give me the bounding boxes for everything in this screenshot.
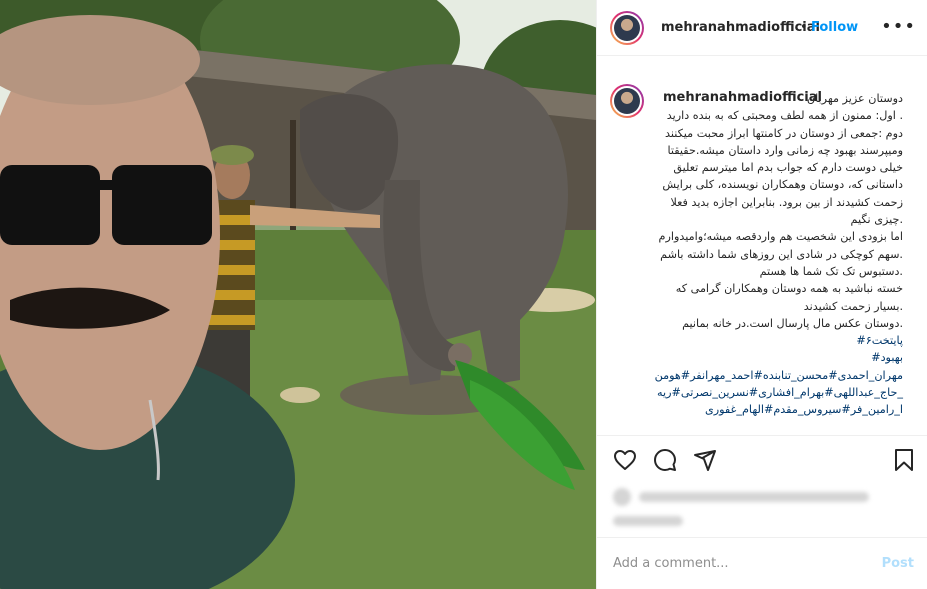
caption-line: خسته نباشید به همه دوستان وهمکاران گرامی… xyxy=(675,282,903,296)
comment-icon[interactable] xyxy=(653,448,677,472)
bookmark-icon[interactable] xyxy=(892,448,916,472)
share-icon[interactable] xyxy=(693,448,717,472)
more-options-icon[interactable]: ••• xyxy=(881,18,916,36)
author-username[interactable]: mehranahmadiofficial xyxy=(661,20,820,35)
caption-text: دوستان عزیز مهربان . اول: ممنون از همه ل… xyxy=(655,90,903,419)
post-comment-button[interactable]: Post xyxy=(882,556,914,571)
caption-line: .دوستان عکس مال پارسال است.در خانه بمانی… xyxy=(682,316,903,330)
follow-button[interactable]: Follow xyxy=(811,20,858,35)
caption-line: دوم :جمعی از دوستان در کامنتها ابراز محب… xyxy=(665,126,903,140)
caption-line: دوستان عزیز مهربان xyxy=(806,92,903,105)
comment-input[interactable]: Add a comment... xyxy=(613,556,729,571)
caption-avatar[interactable] xyxy=(610,84,644,118)
separator-dot: • xyxy=(800,20,808,35)
hashtag-line[interactable]: ا_رامین_فر#سیروس_مقدم#الهام_غفوری xyxy=(663,401,903,418)
hashtag-line[interactable]: پایتخت۶# xyxy=(663,332,903,349)
post-header: mehranahmadiofficial • Follow ••• xyxy=(597,0,927,56)
action-bar xyxy=(597,435,927,483)
caption-line: .دستبوس تک تک شما ها هستم xyxy=(759,264,903,278)
caption-line: ومیپرسند بهبود چه زمانی وارد داستان میشه… xyxy=(667,143,903,157)
caption-line: خیلی دوست دارم که جواب بدم اما میترسم تع… xyxy=(673,161,903,175)
post-sidebar: mehranahmadiofficial • Follow ••• mehran… xyxy=(596,0,927,589)
caption-line: اما بزودی این شخصیت هم واردقصه میشه؛وامی… xyxy=(658,230,903,244)
post-image xyxy=(0,0,596,589)
hashtag-line[interactable]: مهران_احمدی#محسن_تنابنده#احمد_مهرانفر#هو… xyxy=(655,367,903,384)
caption-line: . اول: ممنون از همه لطف ومحبتی که به بند… xyxy=(666,109,903,123)
caption-line: .بسیار زحمت کشیدند xyxy=(803,299,903,313)
author-avatar[interactable] xyxy=(610,11,644,45)
caption-line: زحمت کشیدند از بین برود. بنابراین اجازه … xyxy=(670,195,903,209)
hashtag-line[interactable]: بهبود# xyxy=(663,349,903,366)
caption-line: .چیزی نگیم xyxy=(850,213,903,227)
caption-line: داستانی که، دوستان وهمکاران نویسنده، کلی… xyxy=(662,178,903,192)
comment-bar: Add a comment... Post xyxy=(597,537,927,589)
caption-line: .سهم کوچکی در شادی این روزهای شما داشته … xyxy=(660,247,903,261)
post-photo[interactable] xyxy=(0,0,596,589)
heart-icon[interactable] xyxy=(613,448,637,472)
hashtag-line[interactable]: _حاج_عبداللهی#بهرام_افشاری#نسرین_نصرتی#ر… xyxy=(657,384,903,401)
likes-summary-blurred xyxy=(613,486,883,532)
caption-area: mehranahmadiofficial دوستان عزیز مهربان … xyxy=(597,56,927,435)
